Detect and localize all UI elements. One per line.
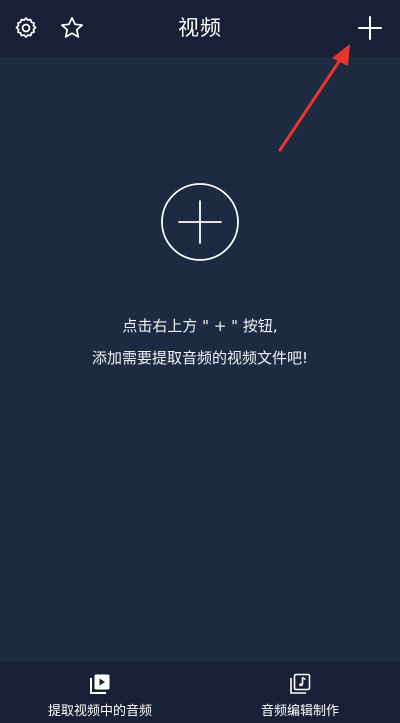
empty-hint-line-1: 点击右上方 " + " 按钮, [122,317,278,335]
nav-audio-edit[interactable]: 音频编辑制作 [200,661,400,723]
nav-label-audio-edit: 音频编辑制作 [260,704,339,719]
bottom-nav: 提取视频中的音频 音频编辑制作 [0,661,400,723]
red-arrow-annotation [278,44,350,152]
plus-icon [358,16,382,40]
page-title: 视频 [178,16,222,40]
add-video-circle-button[interactable] [160,182,240,262]
add-video-button[interactable] [352,10,388,46]
app-screen: 视频 点击右上方 " + " 按钮, 添加需要提取音频的视频文件吧! 提取视频中… [0,0,400,723]
music-note-icon [287,671,313,697]
empty-hint-line-2: 添加需要提取音频的视频文件吧! [91,349,308,367]
nav-extract-audio[interactable]: 提取视频中的音频 [0,661,200,723]
top-bar: 视频 [0,0,400,57]
video-play-icon [87,671,113,697]
circle-plus-icon [161,183,239,261]
nav-label-extract: 提取视频中的音频 [47,704,152,719]
